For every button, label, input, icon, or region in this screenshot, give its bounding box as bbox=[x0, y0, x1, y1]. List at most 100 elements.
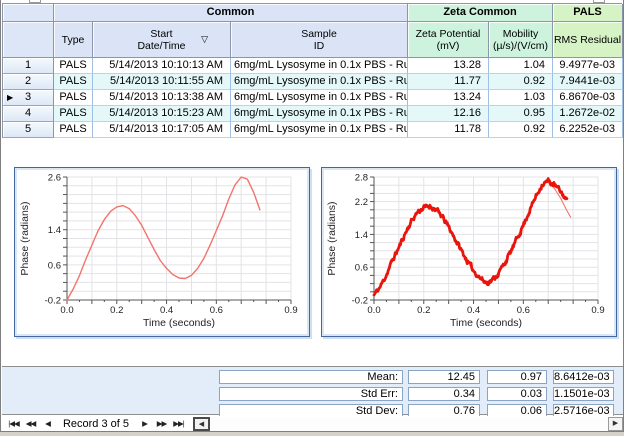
cell-mobility[interactable]: 0.92 bbox=[489, 74, 553, 90]
cell-mobility[interactable]: 1.04 bbox=[489, 58, 553, 74]
svg-text:0.9: 0.9 bbox=[284, 305, 297, 316]
cell-rms[interactable]: 9.4977e-03 bbox=[553, 58, 623, 74]
row-selector[interactable]: 1 bbox=[3, 58, 54, 74]
svg-text:0.4: 0.4 bbox=[467, 305, 480, 316]
col-header-sample[interactable]: SampleID bbox=[231, 22, 408, 58]
col-header-mobility[interactable]: Mobility(µ/s)/(V/cm) bbox=[489, 22, 553, 58]
x-axis-title: Time (seconds) bbox=[450, 317, 522, 329]
phase-plot-measured: 0.00.20.40.60.9-0.20.61.42.22.8Time (sec… bbox=[321, 167, 617, 337]
svg-text:0.6: 0.6 bbox=[210, 305, 223, 316]
svg-text:1.4: 1.4 bbox=[48, 225, 61, 236]
svg-text:-0.2: -0.2 bbox=[45, 296, 61, 307]
svg-text:0.2: 0.2 bbox=[417, 305, 430, 316]
cell-rms[interactable]: 7.9441e-03 bbox=[553, 74, 623, 90]
cell-sample[interactable]: 6mg/mL Lysosyme in 0.1x PBS - Run 3 bbox=[231, 90, 408, 106]
col-header-zeta-text: Zeta Potential bbox=[408, 28, 488, 40]
x-axis-title: Time (seconds) bbox=[143, 317, 215, 329]
col-header-type[interactable]: Type bbox=[54, 22, 93, 58]
hscrollbar-right-arrow[interactable]: ▶ bbox=[608, 417, 623, 431]
svg-text:0.6: 0.6 bbox=[517, 305, 530, 316]
col-header-datetime-text: Start bbox=[93, 28, 230, 40]
col-header-zeta[interactable]: Zeta Potential(mV) bbox=[408, 22, 489, 58]
summary-mean-zeta: 12.45 bbox=[408, 370, 480, 384]
row-selector[interactable]: 2 bbox=[3, 74, 54, 90]
summary-std-err-label: Std Err: bbox=[219, 387, 403, 401]
group-header-pals: PALS bbox=[553, 4, 623, 22]
chart-canvas: 0.0 0.2 0.4 0.6 0.9 -0.2 0.6 1.4 2.6 Time (second… bbox=[15, 168, 309, 336]
cell-mobility[interactable]: 0.92 bbox=[489, 122, 553, 138]
cell-zeta[interactable]: 11.77 bbox=[408, 74, 489, 90]
row-selector[interactable]: 5 bbox=[3, 122, 54, 138]
cell-sample[interactable]: 6mg/mL Lysosyme in 0.1x PBS - Run 4 bbox=[231, 74, 408, 90]
pals-results-window: CommonZeta CommonPALSTypeStartDate/Time▽… bbox=[0, 0, 624, 436]
cell-datetime[interactable]: 5/14/2013 10:15:23 AM bbox=[93, 106, 231, 122]
col-header-type-text: Type bbox=[54, 34, 92, 46]
cell-type[interactable]: PALS bbox=[54, 74, 93, 90]
row-selector[interactable]: ▶3 bbox=[3, 90, 54, 106]
summary-std-err-mobility: 0.03 bbox=[487, 387, 547, 401]
cell-zeta[interactable]: 12.16 bbox=[408, 106, 489, 122]
nav-first-button[interactable]: |◀◀ bbox=[5, 417, 22, 431]
cell-datetime[interactable]: 5/14/2013 10:10:13 AM bbox=[93, 58, 231, 74]
svg-text:0.0: 0.0 bbox=[60, 305, 73, 316]
summary-std-err-zeta: 0.34 bbox=[408, 387, 480, 401]
svg-text:0.4: 0.4 bbox=[160, 305, 173, 316]
sort-descending-icon: ▽ bbox=[201, 34, 208, 44]
cell-zeta[interactable]: 11.78 bbox=[408, 122, 489, 138]
cell-type[interactable]: PALS bbox=[54, 106, 93, 122]
col-header-zeta-text: (mV) bbox=[408, 40, 488, 52]
row-number: 1 bbox=[25, 59, 31, 71]
row-selector[interactable]: 4 bbox=[3, 106, 54, 122]
results-panel: CommonZeta CommonPALSTypeStartDate/Time▽… bbox=[0, 0, 624, 432]
col-header-datetime[interactable]: StartDate/Time▽ bbox=[93, 22, 231, 58]
window-bottom-edge bbox=[0, 432, 624, 436]
chart-canvas: 0.00.20.40.60.9-0.20.61.42.22.8Time (sec… bbox=[322, 168, 616, 336]
cell-datetime[interactable]: 5/14/2013 10:17:05 AM bbox=[93, 122, 231, 138]
cell-type[interactable]: PALS bbox=[54, 58, 93, 74]
nav-prev-button[interactable]: ◀ bbox=[39, 417, 56, 431]
cell-rms[interactable]: 6.2252e-03 bbox=[553, 122, 623, 138]
col-header-mobility-text: Mobility bbox=[489, 28, 552, 40]
hscrollbar-track[interactable] bbox=[210, 417, 608, 431]
svg-text:0.2: 0.2 bbox=[110, 305, 123, 316]
svg-text:2.8: 2.8 bbox=[355, 173, 368, 184]
summary-mean-rms: 8.6412e-03 bbox=[553, 370, 614, 384]
cell-sample[interactable]: 6mg/mL Lysosyme in 0.1x PBS - Run 1 bbox=[231, 122, 408, 138]
group-header-blank bbox=[3, 4, 54, 22]
y-axis-title: Phase (radians) bbox=[19, 201, 31, 275]
col-header-num[interactable] bbox=[3, 22, 54, 58]
phase-plot-smoothed: 0.0 0.2 0.4 0.6 0.9 -0.2 0.6 1.4 2.6 Time (second… bbox=[14, 167, 310, 337]
col-header-rms[interactable]: RMS Residual bbox=[553, 22, 623, 58]
cell-sample[interactable]: 6mg/mL Lysosyme in 0.1x PBS - Run 2 bbox=[231, 106, 408, 122]
nav-next-button[interactable]: ▶ bbox=[136, 417, 153, 431]
nav-last-button[interactable]: ▶▶| bbox=[170, 417, 187, 431]
svg-text:1.4: 1.4 bbox=[355, 230, 368, 241]
cell-type[interactable]: PALS bbox=[54, 90, 93, 106]
summary-mean-label: Mean: bbox=[219, 370, 403, 384]
group-header-zeta-common: Zeta Common bbox=[408, 4, 553, 22]
row-number: 2 bbox=[25, 75, 31, 87]
statistics-summary-strip: Mean:12.450.978.6412e-03Std Err:0.340.03… bbox=[2, 366, 623, 415]
hscrollbar-left-arrow[interactable]: ◀ bbox=[193, 417, 210, 431]
nav-prev-page-button[interactable]: ◀◀ bbox=[22, 417, 39, 431]
svg-text:2.6: 2.6 bbox=[48, 173, 61, 184]
col-header-sample-text: ID bbox=[231, 40, 407, 52]
cell-datetime[interactable]: 5/14/2013 10:11:55 AM bbox=[93, 74, 231, 90]
cell-datetime[interactable]: 5/14/2013 10:13:38 AM bbox=[93, 90, 231, 106]
cell-zeta[interactable]: 13.28 bbox=[408, 58, 489, 74]
record-navigator-bar: |◀◀ ◀◀ ◀ Record 3 of 5 ▶ ▶▶ ▶▶| ◀ ▶ bbox=[2, 416, 623, 431]
svg-text:0.6: 0.6 bbox=[355, 263, 368, 274]
results-grid: CommonZeta CommonPALSTypeStartDate/Time▽… bbox=[2, 3, 622, 138]
cell-rms[interactable]: 1.2672e-02 bbox=[553, 106, 623, 122]
record-position-label: Record 3 of 5 bbox=[56, 417, 136, 431]
cell-zeta[interactable]: 13.24 bbox=[408, 90, 489, 106]
cell-mobility[interactable]: 1.03 bbox=[489, 90, 553, 106]
cell-rms[interactable]: 6.8670e-03 bbox=[553, 90, 623, 106]
svg-text:0.6: 0.6 bbox=[48, 260, 61, 271]
cell-sample[interactable]: 6mg/mL Lysosyme in 0.1x PBS - Run 5 bbox=[231, 58, 408, 74]
y-axis-title: Phase (radians) bbox=[326, 201, 338, 275]
col-header-mobility-text: (µ/s)/(V/cm) bbox=[489, 40, 552, 52]
cell-type[interactable]: PALS bbox=[54, 122, 93, 138]
nav-next-page-button[interactable]: ▶▶ bbox=[153, 417, 170, 431]
cell-mobility[interactable]: 0.95 bbox=[489, 106, 553, 122]
